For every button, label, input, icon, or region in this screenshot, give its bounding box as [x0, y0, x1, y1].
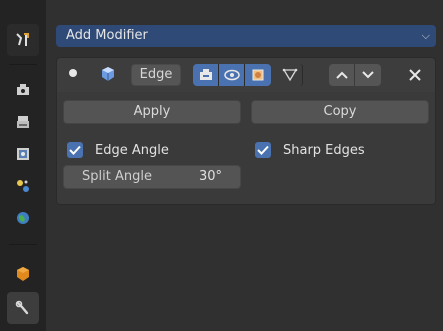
sharp-edges-checkbox-row[interactable]: Sharp Edges: [255, 140, 365, 160]
view-layer-tab[interactable]: [7, 138, 39, 170]
split-angle-value: 30°: [198, 169, 222, 184]
edit-mode-icon: [199, 69, 212, 80]
copy-button[interactable]: Copy: [251, 100, 429, 124]
scene-icon: [17, 180, 29, 192]
collapse-toggle-icon[interactable]: [69, 69, 77, 77]
close-icon: [409, 69, 421, 81]
view-layer-icon: [17, 148, 29, 160]
render-tab[interactable]: [7, 74, 39, 106]
visibility-toggles: [193, 64, 303, 86]
properties-tab-bar: [0, 0, 46, 331]
modifier-tab[interactable]: [7, 292, 39, 324]
output-tab[interactable]: [7, 106, 39, 138]
edit-mode-toggle[interactable]: [193, 64, 219, 86]
object-tab[interactable]: [7, 258, 39, 290]
modifier-name-field[interactable]: Edge: [131, 64, 181, 86]
split-angle-label: Split Angle: [82, 169, 152, 184]
add-modifier-dropdown[interactable]: Add Modifier ⌵: [56, 25, 436, 47]
sharp-edges-checkbox[interactable]: [255, 142, 271, 158]
chevron-down-icon: ⌵: [421, 29, 430, 42]
modifier-wrench-icon: [15, 300, 29, 315]
realtime-toggle[interactable]: [219, 64, 245, 86]
edge-angle-label: Edge Angle: [95, 142, 169, 158]
world-tab[interactable]: [7, 202, 39, 234]
move-down-button[interactable]: [355, 64, 381, 86]
apply-button[interactable]: Apply: [63, 100, 241, 124]
properties-editor: Add Modifier ⌵ Edge Apply Copy Edge Angl…: [46, 0, 443, 331]
edge-angle-checkbox-row[interactable]: Edge Angle: [67, 140, 169, 160]
scene-tab[interactable]: [7, 170, 39, 202]
checkmark-icon: [257, 145, 269, 155]
output-icon: [17, 116, 29, 128]
add-modifier-label: Add Modifier: [66, 28, 148, 43]
edge-angle-checkbox[interactable]: [67, 142, 83, 158]
cage-toggle[interactable]: [277, 64, 303, 86]
world-icon: [17, 212, 29, 224]
render-icon: [17, 84, 29, 95]
move-up-button[interactable]: [329, 64, 355, 86]
render-camera-icon: [252, 69, 264, 81]
tool-tab[interactable]: [7, 24, 39, 56]
remove-modifier-button[interactable]: [403, 64, 427, 86]
chevron-up-icon: [335, 71, 348, 79]
move-buttons: [329, 64, 381, 86]
render-toggle[interactable]: [245, 64, 271, 86]
edge-split-modifier-icon: [102, 67, 114, 81]
modifier-panel: Edge Apply Copy Edge Angle Sharp Edges S…: [56, 57, 436, 205]
eye-icon: [223, 69, 240, 81]
sharp-edges-label: Sharp Edges: [283, 142, 365, 158]
object-icon: [17, 267, 29, 281]
split-angle-field[interactable]: Split Angle 30°: [63, 165, 241, 189]
cage-vertex-icon: [282, 68, 297, 82]
chevron-down-icon: [362, 71, 374, 79]
tool-icon: [16, 33, 29, 46]
modifier-header: Edge: [57, 58, 435, 92]
checkmark-icon: [69, 145, 81, 155]
